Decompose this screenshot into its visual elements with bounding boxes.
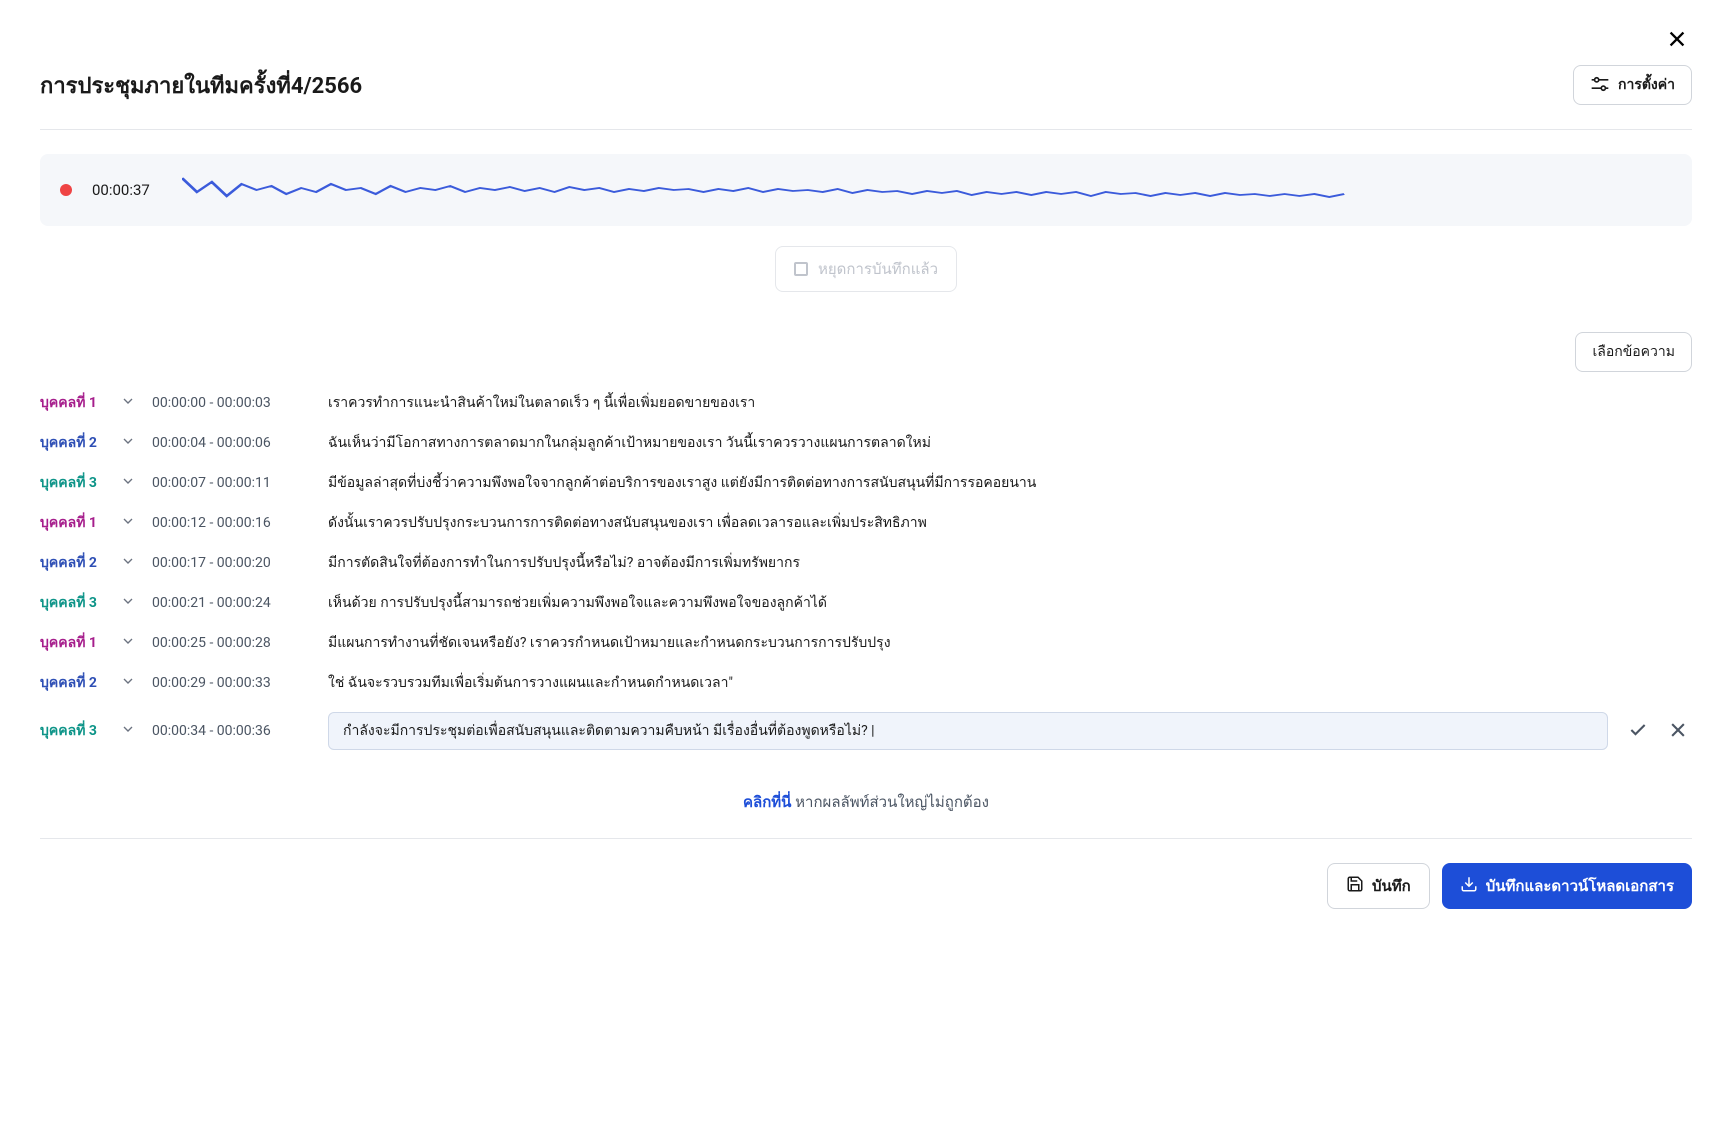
close-icon [1666, 38, 1688, 53]
transcript-text[interactable]: มีการตัดสินใจที่ต้องการทำในการปรับปรุงนี… [328, 552, 1692, 574]
transcript-text[interactable]: มีแผนการทำงานที่ชัดเจนหรือยัง? เราควรกำห… [328, 632, 1692, 654]
speaker-label[interactable]: บุคคลที่ 2 [40, 672, 104, 694]
transcript-text[interactable]: ใช่ ฉันจะรวบรวมทีมเพื่อเริ่มต้นการวางแผน… [328, 672, 1692, 694]
transcript-text[interactable]: เราควรทำการแนะนำสินค้าใหม่ในตลาดเร็ว ๆ น… [328, 392, 1692, 414]
transcript-text[interactable]: มีข้อมูลล่าสุดที่บ่งชี้ว่าความพึงพอใจจาก… [328, 472, 1692, 494]
select-text-button[interactable]: เลือกข้อความ [1575, 332, 1692, 372]
speaker-label[interactable]: บุคคลที่ 2 [40, 552, 104, 574]
timestamp: 00:00:21 - 00:00:24 [152, 595, 312, 611]
transcript-row: บุคคลที่ 3 00:00:07 - 00:00:11 มีข้อมูลล่า… [40, 472, 1692, 494]
feedback-text: หากผลลัพท์ส่วนใหญ่ไม่ถูกต้อง [791, 793, 989, 811]
record-indicator-icon [60, 184, 72, 196]
footer: บันทึก บันทึกและดาวน์โหลดเอกสาร [40, 838, 1692, 909]
close-button[interactable] [1662, 24, 1692, 57]
transcript-row: บุคคลที่ 1 00:00:25 - 00:00:28 มีแผนการทำง… [40, 632, 1692, 654]
transcript-text[interactable]: เห็นด้วย การปรับปรุงนี้สามารถช่วยเพิ่มคว… [328, 592, 1692, 614]
check-icon [1628, 728, 1648, 743]
transcript-row: บุคคลที่ 2 00:00:29 - 00:00:33 ใช่ ฉันจะรว… [40, 672, 1692, 694]
speaker-label[interactable]: บุคคลที่ 1 [40, 632, 104, 654]
download-icon [1460, 875, 1478, 897]
transcript-text[interactable]: ฉันเห็นว่ามีโอกาสทางการตลาดมากในกลุ่มลูก… [328, 432, 1692, 454]
transcript-row: บุคคลที่ 2 00:00:17 - 00:00:20 มีการตัดสิน… [40, 552, 1692, 574]
timestamp: 00:00:17 - 00:00:20 [152, 555, 312, 571]
chevron-down-icon[interactable] [120, 433, 136, 453]
save-button[interactable]: บันทึก [1327, 863, 1430, 909]
chevron-down-icon[interactable] [120, 553, 136, 573]
chevron-down-icon[interactable] [120, 473, 136, 493]
download-label: บันทึกและดาวน์โหลดเอกสาร [1486, 874, 1674, 898]
stop-label: หยุดการบันทึกแล้ว [818, 257, 938, 281]
recording-time: 00:00:37 [92, 181, 162, 199]
transcript-row: บุคคลที่ 1 00:00:00 - 00:00:03 เราควรทำการ… [40, 392, 1692, 414]
feedback-row: คลิกที่นี่ หากผลลัพท์ส่วนใหญ่ไม่ถูกต้อง [40, 790, 1692, 814]
speaker-label[interactable]: บุคคลที่ 1 [40, 392, 104, 414]
timestamp: 00:00:29 - 00:00:33 [152, 675, 312, 691]
transcript-text[interactable]: ดังนั้นเราควรปรับปรุงกระบวนการการติดต่อท… [328, 512, 1692, 534]
waveform [182, 170, 1672, 210]
chevron-down-icon[interactable] [120, 673, 136, 693]
speaker-label[interactable]: บุคคลที่ 3 [40, 720, 104, 742]
x-icon [1668, 728, 1688, 743]
transcript-row: บุคคลที่ 3 00:00:21 - 00:00:24 เห็นด้วย กา… [40, 592, 1692, 614]
row-actions [1624, 716, 1692, 747]
chevron-down-icon[interactable] [120, 593, 136, 613]
speaker-label[interactable]: บุคคลที่ 3 [40, 472, 104, 494]
timestamp: 00:00:00 - 00:00:03 [152, 395, 312, 411]
chevron-down-icon[interactable] [120, 513, 136, 533]
timestamp: 00:00:12 - 00:00:16 [152, 515, 312, 531]
settings-button[interactable]: การตั้งค่า [1573, 65, 1692, 105]
speaker-label[interactable]: บุคคลที่ 3 [40, 592, 104, 614]
divider [40, 129, 1692, 130]
transcript-row: บุคคลที่ 3 00:00:34 - 00:00:36 [40, 712, 1692, 750]
timestamp: 00:00:07 - 00:00:11 [152, 475, 312, 491]
save-label: บันทึก [1372, 874, 1411, 898]
timestamp: 00:00:34 - 00:00:36 [152, 723, 312, 739]
stop-icon [794, 262, 808, 276]
save-icon [1346, 875, 1364, 897]
transcript-row: บุคคลที่ 2 00:00:04 - 00:00:06 ฉันเห็นว่าม… [40, 432, 1692, 454]
feedback-link[interactable]: คลิกที่นี่ [743, 793, 791, 811]
chevron-down-icon[interactable] [120, 633, 136, 653]
transcript-edit-input[interactable] [328, 712, 1608, 750]
speaker-label[interactable]: บุคคลที่ 2 [40, 432, 104, 454]
speaker-label[interactable]: บุคคลที่ 1 [40, 512, 104, 534]
transcript-row: บุคคลที่ 1 00:00:12 - 00:00:16 ดังนั้นเราค… [40, 512, 1692, 534]
settings-icon [1590, 75, 1610, 96]
chevron-down-icon[interactable] [120, 393, 136, 413]
stop-recording-button: หยุดการบันทึกแล้ว [775, 246, 957, 292]
page-title: การประชุมภายในทีมครั้งที่4/2566 [40, 68, 362, 103]
download-button[interactable]: บันทึกและดาวน์โหลดเอกสาร [1442, 863, 1692, 909]
timestamp: 00:00:25 - 00:00:28 [152, 635, 312, 651]
timestamp: 00:00:04 - 00:00:06 [152, 435, 312, 451]
confirm-button[interactable] [1624, 716, 1652, 747]
settings-label: การตั้งค่า [1618, 74, 1675, 96]
transcript-list: บุคคลที่ 1 00:00:00 - 00:00:03 เราควรทำการ… [40, 392, 1692, 750]
cancel-button[interactable] [1664, 716, 1692, 747]
chevron-down-icon[interactable] [120, 721, 136, 741]
audio-bar: 00:00:37 [40, 154, 1692, 226]
